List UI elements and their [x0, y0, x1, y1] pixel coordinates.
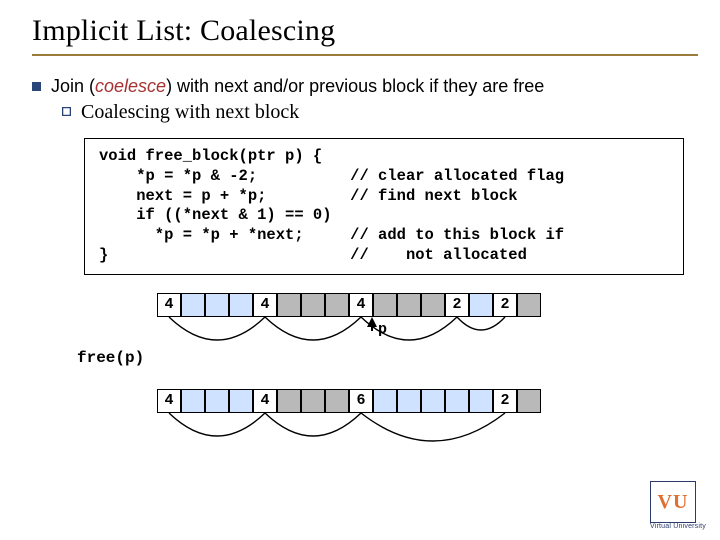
- heap-cell: [229, 293, 253, 317]
- heap-cell: [325, 389, 349, 413]
- heap-cell: 4: [253, 293, 277, 317]
- logo-box: VU: [650, 481, 696, 523]
- heap-cell: [325, 293, 349, 317]
- heap-before: p 44422: [157, 293, 657, 319]
- heap-cell: 4: [157, 389, 181, 413]
- heap-cell: 2: [493, 293, 517, 317]
- arcs-before: [157, 315, 657, 365]
- text: Join (: [51, 76, 95, 96]
- heap-cell: [373, 389, 397, 413]
- bullet-text: Join (coelesce) with next and/or previou…: [51, 76, 544, 97]
- logo: VU Virtual University: [650, 481, 706, 530]
- heap-cell: [421, 293, 445, 317]
- text: ) with next and/or previous block if the…: [166, 76, 544, 96]
- heap-cell: [205, 293, 229, 317]
- heap-cell: [469, 389, 493, 413]
- heap-cell: [277, 293, 301, 317]
- heap-cell: [229, 389, 253, 413]
- heap-cell: 4: [157, 293, 181, 317]
- slide: Implicit List: Coalescing Join (coelesce…: [0, 0, 720, 540]
- emphasis: coelesce: [95, 76, 166, 96]
- heap-cell: [205, 389, 229, 413]
- arrow-up-icon: [366, 317, 378, 336]
- heap-after: 4 4 6 2: [157, 389, 657, 415]
- heap-cell: [397, 389, 421, 413]
- heap-cell: 4: [253, 389, 277, 413]
- heap-cell: [373, 293, 397, 317]
- heap-cell: [445, 389, 469, 413]
- pointer-label: p: [378, 321, 387, 338]
- logo-subtitle: Virtual University: [650, 523, 706, 530]
- heap-cell: 2: [493, 389, 517, 413]
- hollow-square-bullet-icon: [62, 107, 71, 116]
- heap-cell: [421, 389, 445, 413]
- heap-cell: [517, 293, 541, 317]
- heap-cell: [469, 293, 493, 317]
- heap-cell: 4: [349, 293, 373, 317]
- heap-cell: [181, 293, 205, 317]
- bullet-level2: Coalescing with next block: [62, 101, 698, 124]
- page-title: Implicit List: Coalescing: [32, 14, 698, 56]
- bullet-level1: Join (coelesce) with next and/or previou…: [32, 76, 698, 97]
- arcs-after: [157, 411, 657, 461]
- heap-cell: [517, 389, 541, 413]
- heap-cell: [301, 389, 325, 413]
- heap-cell: 6: [349, 389, 373, 413]
- heap-cell: [181, 389, 205, 413]
- heap-cell: [277, 389, 301, 413]
- code-block: void free_block(ptr p) { *p = *p & -2; /…: [84, 138, 684, 275]
- logo-text: VU: [658, 491, 689, 514]
- heap-cell: [397, 293, 421, 317]
- heap-cell: [301, 293, 325, 317]
- bullet-text: Coalescing with next block: [81, 101, 299, 124]
- heap-cell: 2: [445, 293, 469, 317]
- square-bullet-icon: [32, 82, 41, 91]
